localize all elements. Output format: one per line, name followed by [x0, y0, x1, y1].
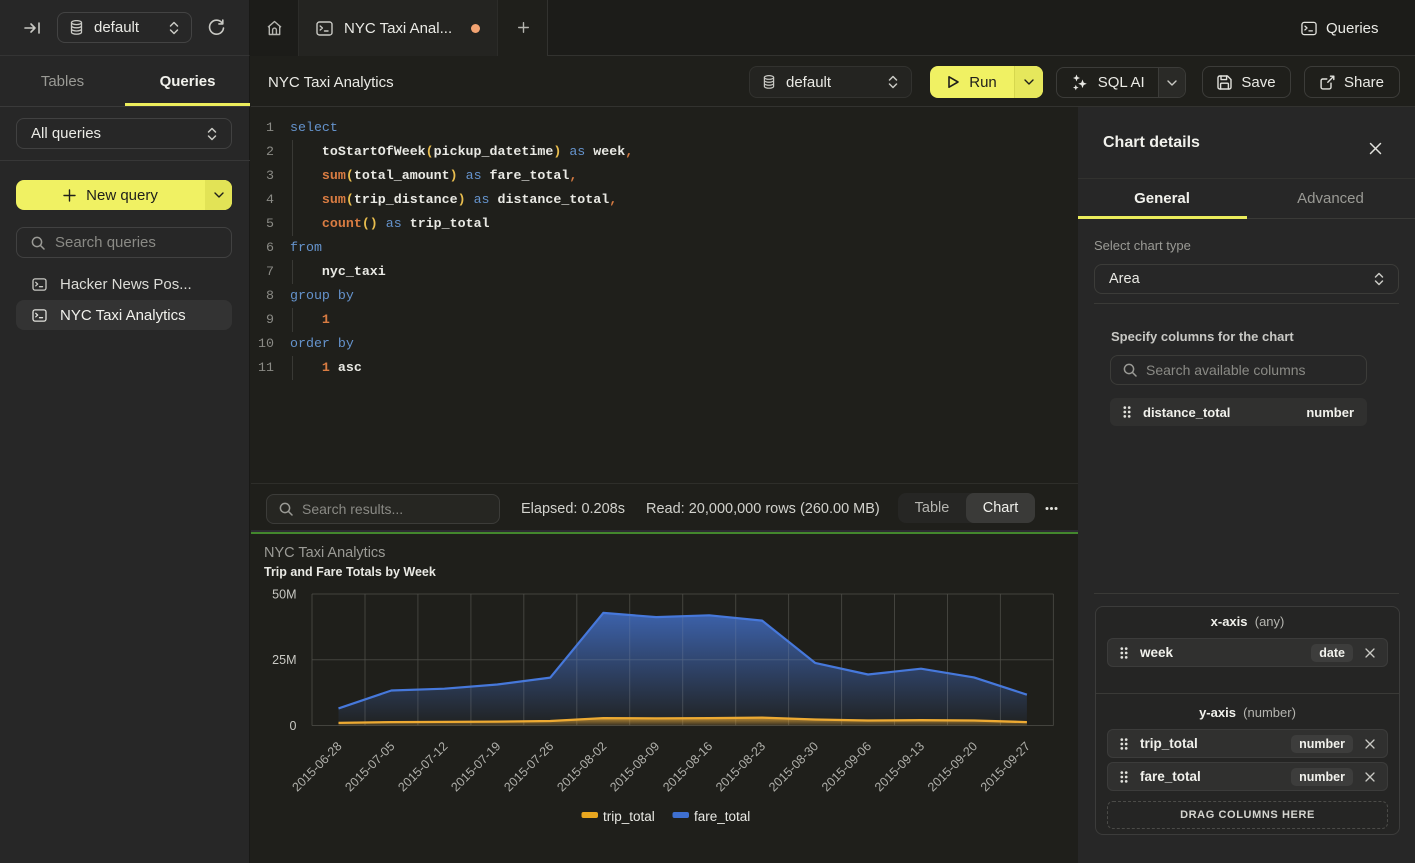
svg-text:50M: 50M [272, 588, 296, 602]
svg-text:2015-07-12: 2015-07-12 [395, 739, 450, 794]
svg-text:2015-08-30: 2015-08-30 [766, 739, 821, 794]
svg-text:2015-08-09: 2015-08-09 [607, 739, 662, 794]
svg-text:2015-08-23: 2015-08-23 [713, 739, 768, 794]
svg-text:2015-08-16: 2015-08-16 [660, 739, 715, 794]
svg-text:2015-09-20: 2015-09-20 [925, 739, 980, 794]
svg-text:2015-07-19: 2015-07-19 [448, 739, 503, 794]
svg-text:2015-09-13: 2015-09-13 [872, 739, 927, 794]
svg-text:2015-07-05: 2015-07-05 [342, 739, 397, 794]
svg-text:2015-07-26: 2015-07-26 [501, 739, 556, 794]
svg-text:2015-09-27: 2015-09-27 [978, 739, 1033, 794]
svg-text:0: 0 [290, 719, 297, 733]
svg-text:fare_total: fare_total [694, 809, 750, 824]
svg-text:2015-06-28: 2015-06-28 [290, 739, 345, 794]
svg-text:trip_total: trip_total [603, 809, 655, 824]
svg-text:2015-08-02: 2015-08-02 [554, 739, 609, 794]
svg-text:25M: 25M [272, 653, 296, 667]
svg-text:2015-09-06: 2015-09-06 [819, 739, 874, 794]
